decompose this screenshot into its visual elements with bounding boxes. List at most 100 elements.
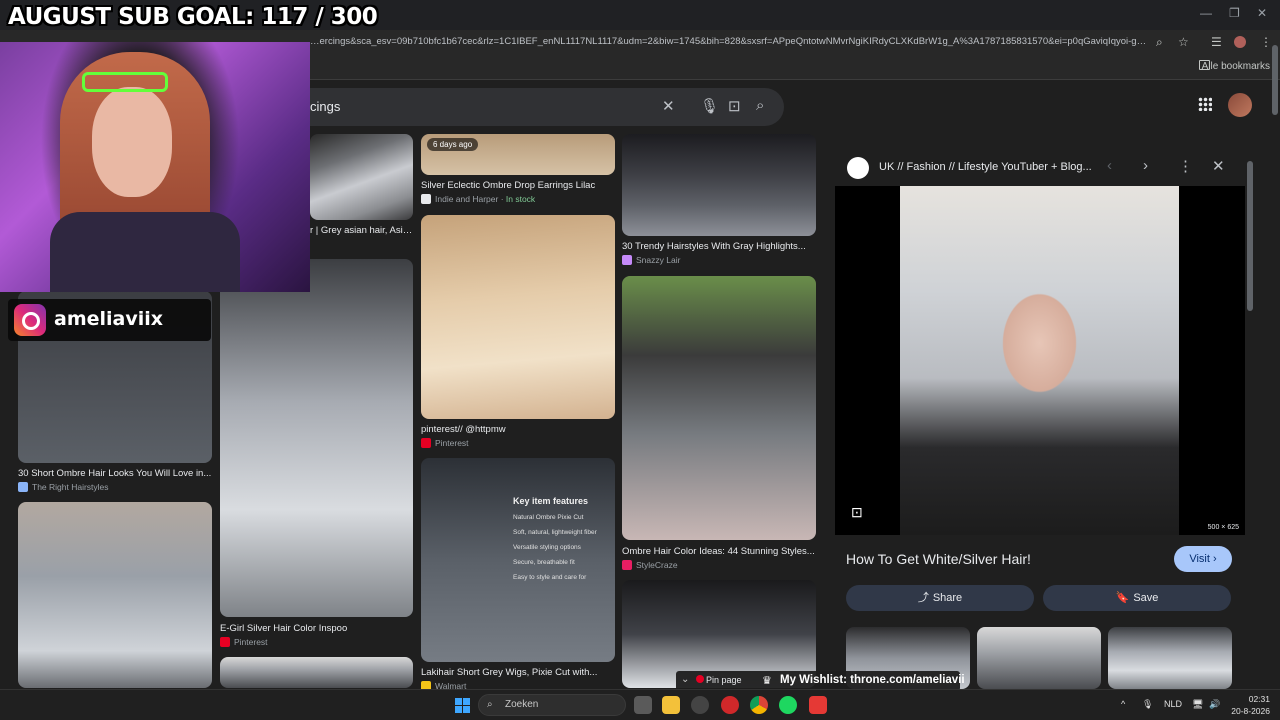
windows-start-icon[interactable] [455,698,470,713]
minimize-icon[interactable]: — [1200,6,1212,20]
result-caption[interactable]: 30 Short Ombre Hair Looks You Will Love … [18,468,214,479]
chevron-down-icon[interactable]: ⌄ [681,674,689,685]
result-caption[interactable]: Lakihair Short Grey Wigs, Pixie Cut with… [421,667,617,678]
result-source[interactable]: The Right Hairstyles [18,482,109,492]
pinterest-icon [696,675,704,683]
result-source[interactable]: Snazzy Lair [622,255,680,265]
clear-icon[interactable]: ✕ [662,97,675,115]
url-text[interactable]: …ercings&sca_esv=09b710bfc1b67cec&rlz=1C… [310,36,1150,47]
search-input[interactable]: cings ✕ 🎙 ⊡ ⌕ [290,88,784,126]
page-scrollbar[interactable] [1272,45,1278,115]
zoom-icon[interactable]: ⌕ [1156,35,1163,50]
pin-page-button[interactable]: Pin page [706,675,742,685]
pinterest-icon [220,637,230,647]
volume-icon[interactable]: 🔊 [1209,699,1220,710]
close-icon[interactable]: ✕ [1212,157,1225,175]
language-indicator[interactable]: NLD [1164,699,1182,709]
key-features-title: Key item features [513,496,589,506]
preview-image-area[interactable]: ⊡ 500 × 625 [835,186,1245,535]
result-source[interactable]: Pinterest [220,637,268,647]
clock[interactable]: 02:31 20-8-2026 [1228,693,1270,717]
stream-ticker: ⌄ Pin page ♛ My Wishlist: throne.com/ame… [676,671,965,691]
microphone-icon[interactable]: 🎙 [700,97,719,115]
panel-scrollbar[interactable] [1247,161,1253,311]
result-source[interactable]: Pinterest [421,438,469,448]
app-icon[interactable] [809,696,827,714]
close-window-icon[interactable]: ✕ [1257,6,1267,20]
wishlist-text: My Wishlist: throne.com/ameliavii [780,674,965,686]
result-image[interactable] [220,657,413,688]
streamer-shirt [50,212,240,292]
key-feature: Secure, breathable fit [513,559,575,566]
menu-dots-icon[interactable]: ⋮ [1260,35,1272,49]
spotify-icon[interactable] [779,696,797,714]
share-label: Share [932,592,963,604]
microphone-icon[interactable]: 🎙 [1142,699,1153,710]
source-favicon [622,255,632,265]
source-name: Pinterest [435,438,469,448]
result-image[interactable]: Key item features Natural Ombre Pixie Cu… [421,458,615,662]
next-icon[interactable]: › [1143,157,1148,174]
chrome-icon[interactable] [750,696,768,714]
share-button[interactable]: ⤴ Share [846,585,1034,611]
result-image[interactable] [622,134,816,236]
windows-taskbar: ⌕ Zoeken ^ 🎙 NLD 🖥 🔊 02:31 20-8-2026 [0,689,1280,720]
image-dimensions: 500 × 625 [1207,524,1239,531]
all-bookmarks-link[interactable]: Alle bookmarks [1202,61,1270,72]
panel-site-title[interactable]: UK // Fashion // Lifestyle YouTuber + Bl… [879,161,1099,173]
source-name: Pinterest [234,637,268,647]
file-explorer-icon[interactable] [662,696,680,714]
more-options-icon[interactable]: ⋮ [1178,157,1193,175]
previous-icon[interactable]: ‹ [1107,157,1112,174]
apps-grid-icon[interactable] [1198,97,1212,111]
restore-icon[interactable]: ❐ [1229,6,1240,20]
source-favicon [622,560,632,570]
result-caption[interactable]: pinterest// @httpmw [421,424,617,435]
bookmark-star-icon[interactable]: ☆ [1178,35,1189,49]
lens-icon[interactable]: ⊡ [728,97,741,115]
result-source[interactable]: Indie and Harper · In stock [421,194,535,204]
result-image[interactable] [310,134,413,220]
instagram-icon [14,304,46,336]
result-image[interactable] [421,215,615,419]
save-button[interactable]: 🔖 Save [1043,585,1231,611]
result-caption[interactable]: 30 Trendy Hairstyles With Gray Highlight… [622,241,818,252]
result-image[interactable]: 6 days ago [421,134,615,175]
preview-image[interactable] [900,186,1179,535]
related-thumbnail[interactable] [977,627,1101,689]
panel-heading[interactable]: How To Get White/Silver Hair! [846,551,1031,567]
result-caption[interactable]: E-Girl Silver Hair Color Inspoo [220,623,416,634]
profile-avatar-icon[interactable] [1234,36,1246,48]
avatar[interactable] [1228,93,1252,117]
visual-search-icon[interactable]: ⊡ [851,504,863,521]
search-icon[interactable]: ⌕ [756,97,764,114]
sidebar-icon[interactable]: ☰ [1211,35,1222,49]
stock-separator: · [498,194,506,204]
task-view-icon[interactable] [634,696,652,714]
network-icon[interactable]: 🖥 [1192,699,1203,710]
visit-button[interactable]: Visit › [1174,546,1232,572]
tray-chevron-icon[interactable]: ^ [1121,699,1125,709]
search-query[interactable]: cings [310,99,340,114]
result-image[interactable] [220,259,413,617]
date-badge: 6 days ago [427,138,479,151]
instagram-badge: ameliaviix [8,299,211,341]
source-favicon [18,482,28,492]
source-name: StyleCraze [636,560,678,570]
result-image[interactable] [18,502,212,688]
image-preview-panel: UK // Fashion // Lifestyle YouTuber + Bl… [835,149,1245,689]
related-thumbnail[interactable] [1108,627,1232,689]
result-image[interactable] [622,276,816,540]
source-name: Indie and Harper [435,194,499,204]
site-favicon [847,157,869,179]
result-caption[interactable]: r | Grey asian hair, Asia... [310,225,414,236]
result-caption[interactable]: Ombre Hair Color Ideas: 44 Stunning Styl… [622,546,818,557]
stock-status: In stock [505,194,536,204]
result-caption[interactable]: Silver Eclectic Ombre Drop Earrings Lila… [421,180,617,191]
taskbar-search[interactable]: ⌕ Zoeken [478,694,626,716]
result-source[interactable]: StyleCraze [622,560,678,570]
obs-icon[interactable] [691,696,709,714]
opera-icon[interactable] [721,696,739,714]
save-label: Save [1133,592,1159,604]
webcam-overlay [0,42,310,292]
